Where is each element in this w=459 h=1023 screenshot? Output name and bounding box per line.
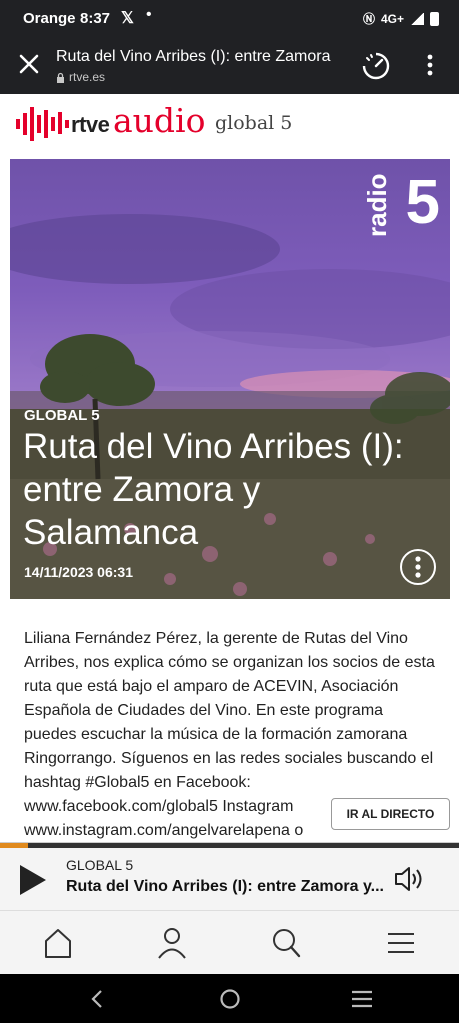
- bottom-tab-bar: [0, 910, 459, 975]
- volume-icon[interactable]: [393, 864, 425, 894]
- x-app-icon: 𝕏: [121, 10, 134, 27]
- back-icon[interactable]: [88, 988, 106, 1010]
- battery-icon: [430, 11, 439, 26]
- more-vert-icon: [415, 556, 421, 578]
- nfc-icon: Ⓝ: [362, 12, 375, 26]
- rtve-bars-logo: [16, 107, 69, 141]
- options-button[interactable]: [400, 549, 436, 585]
- section-label[interactable]: GLOBAL 5: [24, 407, 100, 424]
- rtve-wordmark: rtve: [71, 112, 110, 137]
- radio5-logo: radio 5: [362, 167, 440, 238]
- status-bar: Orange 8:37 𝕏 • Ⓝ 4G+: [0, 0, 459, 38]
- search-icon[interactable]: [266, 925, 306, 961]
- lock-icon: [57, 72, 64, 83]
- notification-dot-icon: •: [146, 6, 152, 23]
- clock: 8:37: [80, 10, 111, 27]
- program-name: global 5: [215, 112, 293, 134]
- station-number: 5: [405, 168, 440, 237]
- progress-bar[interactable]: [0, 843, 459, 848]
- player-section: GLOBAL 5: [66, 857, 134, 873]
- menu-icon[interactable]: [381, 925, 421, 961]
- radio-word: radio: [361, 173, 392, 237]
- network-label: 4G+: [380, 11, 404, 26]
- progress-fill: [0, 843, 28, 848]
- recents-icon[interactable]: [350, 989, 374, 1009]
- hero-image: radio 5 GLOBAL 5 Ruta del Vino Arribes (…: [10, 159, 450, 599]
- play-icon[interactable]: [18, 863, 48, 897]
- close-icon[interactable]: [16, 51, 42, 77]
- more-vert-icon[interactable]: [422, 52, 438, 78]
- page-title: Ruta del Vino Arribes (I): entre Zamora: [56, 48, 331, 65]
- audio-wordmark: audio: [113, 101, 206, 140]
- brand-header[interactable]: rtve audio global 5: [0, 94, 459, 156]
- signal-icon: [410, 12, 424, 25]
- episode-headline: Ruta del Vino Arribes (I): entre Zamora …: [23, 427, 404, 552]
- home-circle-icon[interactable]: [218, 987, 242, 1011]
- publish-date: 14/11/2023 06:31: [24, 564, 133, 580]
- url-text: rtve.es: [69, 70, 106, 84]
- user-icon[interactable]: [152, 925, 192, 961]
- live-button[interactable]: IR AL DIRECTO: [331, 798, 450, 830]
- mini-player[interactable]: GLOBAL 5 Ruta del Vino Arribes (I): entr…: [0, 842, 459, 911]
- url-row: rtve.es: [56, 70, 105, 84]
- status-icons: Ⓝ 4G+: [363, 10, 439, 27]
- home-icon[interactable]: [38, 925, 78, 961]
- browser-toolbar: Ruta del Vino Arribes (I): entre Zamora …: [0, 38, 459, 94]
- system-nav-bar: [0, 974, 459, 1023]
- player-title: Ruta del Vino Arribes (I): entre Zamora …: [66, 878, 384, 895]
- carrier-label: Orange: [23, 10, 76, 27]
- speedometer-icon[interactable]: [361, 51, 391, 81]
